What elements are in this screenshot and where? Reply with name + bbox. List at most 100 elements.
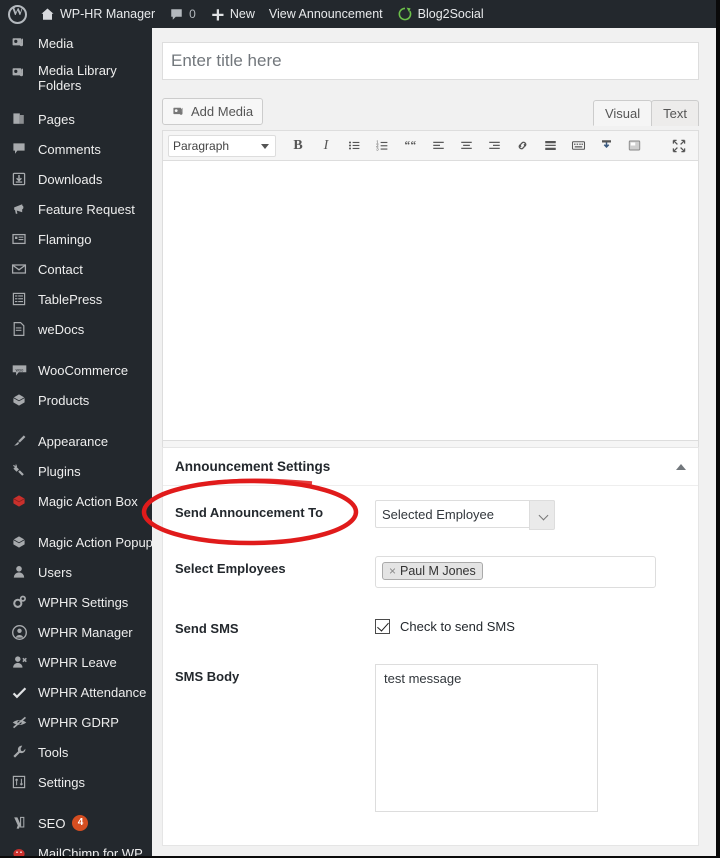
- sidebar-item-tablepress[interactable]: TablePress: [0, 284, 152, 314]
- menu-separator: [0, 516, 152, 527]
- bold-icon[interactable]: B: [284, 133, 312, 159]
- new-content-menu[interactable]: New: [203, 0, 262, 28]
- link-icon[interactable]: [508, 133, 536, 159]
- sidebar-item-wphr-gdrp[interactable]: WPHR GDRP: [0, 707, 152, 737]
- wordpress-logo-button[interactable]: [0, 0, 33, 28]
- field-row-send-sms: Send SMS Check to send SMS: [175, 616, 686, 636]
- sidebar-item-wphr-settings[interactable]: WPHR Settings: [0, 587, 152, 617]
- sidebar-item-appearance[interactable]: Appearance: [0, 426, 152, 456]
- title-wrap: [162, 42, 699, 80]
- sidebar-item-comments[interactable]: Comments: [0, 134, 152, 164]
- paragraph-format-select[interactable]: Paragraph: [168, 134, 276, 157]
- sidebar-label: Media Library Folders: [38, 63, 117, 93]
- sidebar-label: WPHR Attendance: [38, 684, 147, 700]
- sidebar-item-tools[interactable]: Tools: [0, 737, 152, 767]
- wrench-icon: [9, 742, 29, 762]
- tab-visual-label: Visual: [604, 105, 641, 121]
- editor-mode-tabs: Visual Text: [592, 100, 699, 126]
- tab-text[interactable]: Text: [651, 100, 699, 126]
- sidebar-item-products[interactable]: Products: [0, 385, 152, 415]
- sidebar-item-wphr-attendance[interactable]: WPHR Attendance: [0, 677, 152, 707]
- select-employees-input[interactable]: × Paul M Jones: [375, 556, 656, 588]
- admin-sidebar-menu[interactable]: Media Media Library Folders Pages Commen…: [0, 28, 152, 858]
- sidebar-item-woocommerce[interactable]: woo WooCommerce: [0, 355, 152, 385]
- svg-text:“: “: [404, 140, 410, 152]
- table-icon: [9, 289, 29, 309]
- insert-download-icon[interactable]: [592, 133, 620, 159]
- admin-page: WP-HR Manager 0 New View Announcement Bl…: [0, 0, 720, 858]
- metabox-header[interactable]: Announcement Settings: [163, 448, 698, 486]
- svg-text:“: “: [410, 140, 416, 152]
- sidebar-item-mailchimp-for-wp[interactable]: MailChimp for WP: [0, 838, 152, 858]
- metabox-title: Announcement Settings: [175, 459, 331, 474]
- yoast-icon: [9, 813, 29, 833]
- send-sms-checkbox[interactable]: [375, 619, 390, 634]
- menu-separator: [0, 415, 152, 426]
- red-cube-icon: [9, 491, 29, 511]
- comments-menu[interactable]: 0: [162, 0, 203, 28]
- gears-icon: [9, 592, 29, 612]
- editor-content-body[interactable]: [162, 161, 699, 441]
- collapse-arrow-icon[interactable]: [676, 463, 686, 470]
- sidebar-label: WooCommerce: [38, 362, 129, 378]
- align-left-icon[interactable]: [424, 133, 452, 159]
- align-center-icon[interactable]: [452, 133, 480, 159]
- sidebar-label: Contact: [38, 261, 83, 277]
- sidebar-label: Plugins: [38, 463, 81, 479]
- x-icon[interactable]: ×: [389, 564, 396, 578]
- align-right-icon[interactable]: [480, 133, 508, 159]
- blog2social-menu[interactable]: Blog2Social: [390, 0, 491, 28]
- sidebar-item-users[interactable]: Users: [0, 557, 152, 587]
- post-editor: Add Media Visual Text Paragraph B I 1 2 …: [162, 94, 699, 466]
- insert-page-icon[interactable]: [620, 133, 648, 159]
- employee-token[interactable]: × Paul M Jones: [382, 562, 483, 580]
- sidebar-item-wphr-manager[interactable]: WPHR Manager: [0, 617, 152, 647]
- sidebar-item-pages[interactable]: Pages: [0, 104, 152, 134]
- read-more-icon[interactable]: [536, 133, 564, 159]
- checkmark-icon: [9, 682, 29, 702]
- sidebar-item-downloads[interactable]: Downloads: [0, 164, 152, 194]
- format-select-wrap: Paragraph: [168, 134, 276, 157]
- sidebar-item-magic-action-popup[interactable]: Magic Action Popup: [0, 527, 152, 557]
- home-icon: [41, 8, 54, 20]
- sidebar-label: Flamingo: [38, 231, 92, 247]
- sidebar-label: WPHR GDRP: [38, 714, 119, 730]
- numbered-list-icon[interactable]: 123: [368, 133, 396, 159]
- italic-icon[interactable]: I: [312, 133, 340, 159]
- sidebar-item-magic-action-box[interactable]: Magic Action Box: [0, 486, 152, 516]
- add-media-button[interactable]: Add Media: [162, 98, 264, 125]
- sidebar-label: WPHR Leave: [38, 654, 117, 670]
- toolbar-toggle-icon[interactable]: [564, 133, 592, 159]
- plugin-icon: [9, 461, 29, 481]
- send-announcement-to-select[interactable]: Selected Employee: [375, 500, 555, 528]
- sidebar-item-plugins[interactable]: Plugins: [0, 456, 152, 486]
- send-sms-checkbox-label: Check to send SMS: [400, 619, 515, 634]
- eye-slash-icon: [9, 712, 29, 732]
- view-announcement-link[interactable]: View Announcement: [262, 0, 390, 28]
- site-name-menu[interactable]: WP-HR Manager: [33, 0, 162, 28]
- employee-token-label: Paul M Jones: [400, 564, 476, 578]
- products-box-icon: [9, 390, 29, 410]
- send-to-select-wrap: Selected Employee: [375, 500, 555, 530]
- sidebar-item-seo[interactable]: SEO 4: [0, 808, 152, 838]
- sidebar-item-wphr-leave[interactable]: WPHR Leave: [0, 647, 152, 677]
- bulleted-list-icon[interactable]: [340, 133, 368, 159]
- sidebar-item-feature-request[interactable]: Feature Request: [0, 194, 152, 224]
- sidebar-item-flamingo[interactable]: Flamingo: [0, 224, 152, 254]
- blockquote-icon[interactable]: ““: [396, 133, 424, 159]
- select-employees-control: × Paul M Jones: [375, 556, 686, 588]
- sidebar-label: Magic Action Popup: [38, 534, 152, 550]
- sidebar-item-settings[interactable]: Settings: [0, 767, 152, 797]
- woocommerce-icon: woo: [9, 360, 29, 380]
- field-row-sms-body: SMS Body: [175, 664, 686, 817]
- flamingo-icon: [9, 229, 29, 249]
- fullscreen-icon[interactable]: [665, 133, 693, 159]
- sidebar-item-media[interactable]: Media: [0, 28, 152, 58]
- post-title-input[interactable]: [162, 42, 699, 80]
- new-label: New: [229, 7, 255, 21]
- sidebar-item-media-library-folders[interactable]: Media Library Folders: [0, 58, 152, 104]
- sidebar-item-wedocs[interactable]: weDocs: [0, 314, 152, 344]
- sms-body-textarea[interactable]: [375, 664, 598, 812]
- sidebar-item-contact[interactable]: Contact: [0, 254, 152, 284]
- tab-visual[interactable]: Visual: [592, 100, 653, 126]
